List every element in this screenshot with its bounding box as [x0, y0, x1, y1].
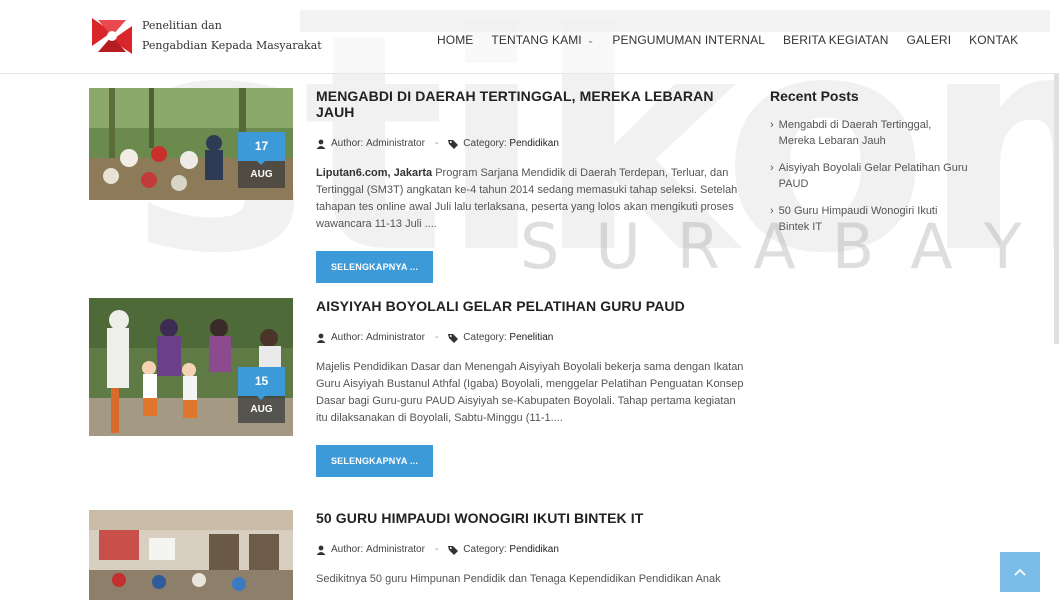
read-more-button[interactable]: SELENGKAPNYA ... — [316, 251, 433, 283]
post-item: 15 AUG AISYIYAH BOYOLALI GELAR PELATIHAN… — [89, 298, 749, 488]
nav-home-label: HOME — [437, 33, 474, 47]
site-header: Penelitian dan Pengabdian Kepada Masyara… — [0, 0, 1059, 74]
post-item: 17 AUG MENGABDI DI DAERAH TERTINGGAL, ME… — [89, 88, 749, 283]
recent-post-link[interactable]: › Aisyiyah Boyolali Gelar Pelatihan Guru … — [770, 160, 970, 192]
post-excerpt: Sedikitnya 50 guru Himpunan Pendidik dan… — [316, 571, 746, 588]
nav-berita-kegiatan[interactable]: BERITA KEGIATAN — [783, 33, 889, 47]
meta-separator: - — [434, 544, 439, 555]
post-thumbnail[interactable] — [89, 510, 293, 600]
category-name[interactable]: Pendidikan — [509, 544, 558, 555]
excerpt-text: Sedikitnya 50 guru Himpunan Pendidik dan… — [316, 573, 721, 585]
logo-mark-icon — [88, 12, 136, 60]
excerpt-text: Majelis Pendidikan Dasar dan Menengah Ai… — [316, 361, 744, 424]
post-meta: Author: Administrator - Category: Pendid… — [316, 544, 746, 555]
nav-galeri-label: GALERI — [906, 33, 952, 47]
post-body: AISYIYAH BOYOLALI GELAR PELATIHAN GURU P… — [316, 298, 746, 477]
author-label: Author: — [331, 138, 364, 149]
tag-icon — [448, 333, 459, 343]
author-name[interactable]: Administrator — [366, 332, 425, 343]
user-icon — [316, 139, 326, 149]
author-label: Author: — [331, 544, 364, 555]
recent-post-label: Aisyiyah Boyolali Gelar Pelatihan Guru P… — [778, 162, 968, 190]
nav-kontak[interactable]: KONTAK — [969, 33, 1018, 47]
recent-post-link[interactable]: › Mengabdi di Daerah Tertinggal, Mereka L… — [770, 117, 970, 149]
logo-line-2: Pengabdian Kepada Masyarakat — [142, 39, 322, 52]
chevron-up-icon — [1014, 568, 1026, 576]
category-name[interactable]: Pendidikan — [509, 138, 558, 149]
nav-kontak-label: KONTAK — [969, 33, 1019, 47]
recent-post-link[interactable]: › 50 Guru Himpaudi Wonogiri Ikuti Bintek … — [770, 203, 970, 235]
nav-home[interactable]: HOME — [437, 33, 473, 47]
user-icon — [316, 333, 326, 343]
post-body: MENGABDI DI DAERAH TERTINGGAL, MEREKA LE… — [316, 88, 746, 283]
post-meta: Author: Administrator - Category: Peneli… — [316, 332, 746, 343]
chevron-right-icon: › — [770, 205, 774, 217]
post-meta: Author: Administrator - Category: Pendid… — [316, 138, 746, 149]
nav-tentang-kami[interactable]: TENTANG KAMI ⌄ — [491, 33, 594, 47]
meta-separator: - — [434, 332, 439, 343]
recent-posts-sidebar: Recent Posts › Mengabdi di Daerah Terting… — [770, 88, 970, 246]
post-date-month: AUG — [238, 160, 285, 188]
nav-pengumuman-label: PENGUMUMAN INTERNAL — [612, 33, 765, 47]
post-date-badge: 17 AUG — [238, 132, 285, 188]
nav-tentang-kami-label: TENTANG KAMI — [491, 33, 582, 47]
site-logo[interactable]: Penelitian dan Pengabdian Kepada Masyara… — [88, 12, 322, 60]
post-excerpt: Liputan6.com, Jakarta Program Sarjana Me… — [316, 165, 746, 233]
post-title[interactable]: MENGABDI DI DAERAH TERTINGGAL, MEREKA LE… — [316, 88, 746, 120]
post-body: 50 GURU HIMPAUDI WONOGIRI IKUTI BINTEK I… — [316, 510, 746, 588]
nav-galeri[interactable]: GALERI — [907, 33, 952, 47]
read-more-button[interactable]: SELENGKAPNYA ... — [316, 445, 433, 477]
tag-icon — [448, 545, 459, 555]
excerpt-lead: Liputan6.com, Jakarta — [316, 167, 433, 179]
author-name[interactable]: Administrator — [366, 544, 425, 555]
post-title[interactable]: 50 GURU HIMPAUDI WONOGIRI IKUTI BINTEK I… — [316, 510, 746, 526]
chevron-right-icon: › — [770, 162, 774, 174]
chevron-down-icon: ⌄ — [586, 34, 595, 45]
post-item: 50 GURU HIMPAUDI WONOGIRI IKUTI BINTEK I… — [89, 510, 749, 600]
nav-pengumuman-internal[interactable]: PENGUMUMAN INTERNAL — [612, 33, 765, 47]
user-icon — [316, 545, 326, 555]
post-excerpt: Majelis Pendidikan Dasar dan Menengah Ai… — [316, 359, 746, 427]
tag-icon — [448, 139, 459, 149]
meta-separator: - — [434, 138, 439, 149]
header-strip — [300, 10, 1050, 32]
recent-posts-title: Recent Posts — [770, 88, 859, 104]
post-date-badge: 15 AUG — [238, 367, 285, 423]
post-date-day: 17 — [238, 132, 285, 161]
chevron-right-icon: › — [770, 119, 774, 131]
recent-post-label: Mengabdi di Daerah Tertinggal, Mereka Le… — [778, 119, 932, 147]
category-label: Category: — [463, 332, 507, 343]
category-label: Category: — [463, 544, 507, 555]
category-name[interactable]: Penelitian — [509, 332, 553, 343]
logo-line-1: Penelitian dan — [142, 19, 222, 32]
page-scrollbar[interactable] — [1054, 74, 1059, 344]
author-name[interactable]: Administrator — [366, 138, 425, 149]
post-date-month: AUG — [238, 395, 285, 423]
post-title[interactable]: AISYIYAH BOYOLALI GELAR PELATIHAN GURU P… — [316, 298, 746, 314]
recent-posts-list: › Mengabdi di Daerah Tertinggal, Mereka L… — [770, 117, 970, 235]
recent-post-label: 50 Guru Himpaudi Wonogiri Ikuti Bintek I… — [778, 205, 938, 233]
category-label: Category: — [463, 138, 507, 149]
logo-text: Penelitian dan Pengabdian Kepada Masyara… — [142, 16, 322, 56]
nav-berita-label: BERITA KEGIATAN — [782, 33, 889, 47]
main-nav: HOME TENTANG KAMI ⌄ PENGUMUMAN INTERNAL B… — [437, 33, 1036, 47]
post-date-day: 15 — [238, 367, 285, 396]
scroll-to-top-button[interactable] — [1000, 552, 1040, 592]
author-label: Author: — [331, 332, 364, 343]
